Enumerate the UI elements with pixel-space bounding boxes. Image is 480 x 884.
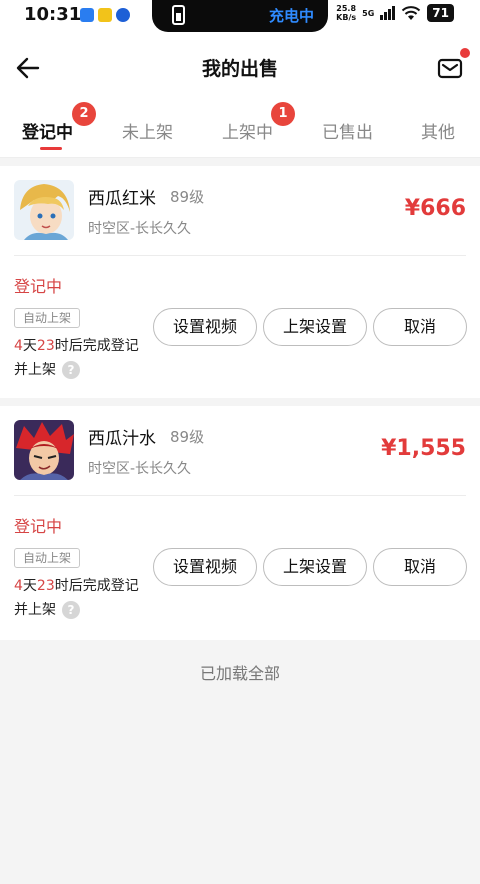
message-icon[interactable] (436, 54, 464, 82)
auto-list-tag: 自动上架 (14, 548, 81, 568)
charging-label: 充电中 (268, 7, 314, 25)
auto-list-tag: 自动上架 (14, 308, 81, 328)
charging-battery-icon (172, 5, 185, 25)
app-notification-icon (116, 8, 130, 22)
divider (14, 495, 466, 496)
item-price: ¥1,555 (381, 436, 466, 461)
help-icon[interactable]: ? (62, 601, 80, 619)
listing-card[interactable]: 西瓜汁水 89级 时空区-长长久久 ¥1,555 登记中 自动上架 4天23时后… (0, 406, 480, 640)
signal-icon (380, 6, 396, 20)
unread-dot (460, 48, 470, 58)
divider (14, 255, 466, 256)
item-level: 89级 (170, 188, 205, 206)
tab-sold[interactable]: 已售出 (322, 118, 373, 143)
countdown-hours: 23 (36, 338, 55, 354)
item-price: ¥666 (404, 196, 466, 221)
tab-bar: 登记中 2 未上架 上架中 1 已售出 其他 (0, 102, 480, 158)
countdown-days: 4 (14, 338, 23, 354)
status-indicators: 25.8 KB/s 5G 71 (336, 4, 454, 22)
tab-registering[interactable]: 登记中 (22, 118, 73, 143)
character-avatar-icon (14, 180, 74, 240)
tab-active-indicator (40, 147, 62, 150)
listing-card[interactable]: 西瓜红米 89级 时空区-长长久久 ¥666 登记中 自动上架 4天23时后完成… (0, 166, 480, 398)
header: 我的出售 (0, 32, 480, 102)
status-bar: 10:31 充电中 25.8 KB/s 5G 71 (0, 0, 480, 32)
set-video-button[interactable]: 设置视频 (153, 548, 257, 586)
listing-settings-button[interactable]: 上架设置 (263, 548, 367, 586)
set-video-button[interactable]: 设置视频 (153, 308, 257, 346)
tab-listed[interactable]: 上架中 (222, 118, 273, 143)
countdown-hours: 23 (36, 578, 55, 594)
network-type: 5G (362, 8, 375, 18)
item-name: 西瓜汁水 (88, 429, 156, 449)
app-notification-icon (98, 8, 112, 22)
network-speed-value: 25.8 (336, 4, 357, 13)
tab-not-listed[interactable]: 未上架 (122, 118, 173, 143)
tab-other[interactable]: 其他 (421, 118, 455, 143)
item-server: 时空区-长长久久 (88, 461, 192, 477)
page-title: 我的出售 (201, 58, 278, 80)
dynamic-island: 充电中 (152, 0, 328, 32)
listing-status: 登记中 (14, 277, 63, 296)
loaded-all-text: 已加载全部 (199, 664, 280, 683)
countdown-days-unit: 天 (22, 578, 37, 594)
item-name: 西瓜红米 (88, 189, 156, 209)
countdown-text: 4天23时后完成登记并上架? (14, 574, 146, 622)
help-icon[interactable]: ? (62, 361, 80, 379)
character-avatar-icon (14, 420, 74, 480)
listing-settings-button[interactable]: 上架设置 (263, 308, 367, 346)
cancel-button[interactable]: 取消 (373, 308, 467, 346)
wifi-icon (402, 6, 421, 20)
battery-icon: 71 (427, 4, 454, 22)
app-notification-icon (80, 8, 94, 22)
countdown-days-unit: 天 (22, 338, 37, 354)
item-server: 时空区-长长久久 (88, 221, 192, 237)
item-level: 89级 (170, 428, 205, 446)
tab-badge-listed: 1 (271, 102, 295, 126)
cancel-button[interactable]: 取消 (373, 548, 467, 586)
listing-status: 登记中 (14, 517, 63, 536)
tab-badge-registering: 2 (72, 102, 96, 126)
status-time: 10:31 (24, 4, 82, 25)
network-speed: 25.8 KB/s (336, 4, 356, 22)
countdown-text: 4天23时后完成登记并上架? (14, 334, 146, 382)
network-speed-unit: KB/s (336, 13, 357, 22)
countdown-days: 4 (14, 578, 23, 594)
notification-icons (80, 8, 130, 22)
